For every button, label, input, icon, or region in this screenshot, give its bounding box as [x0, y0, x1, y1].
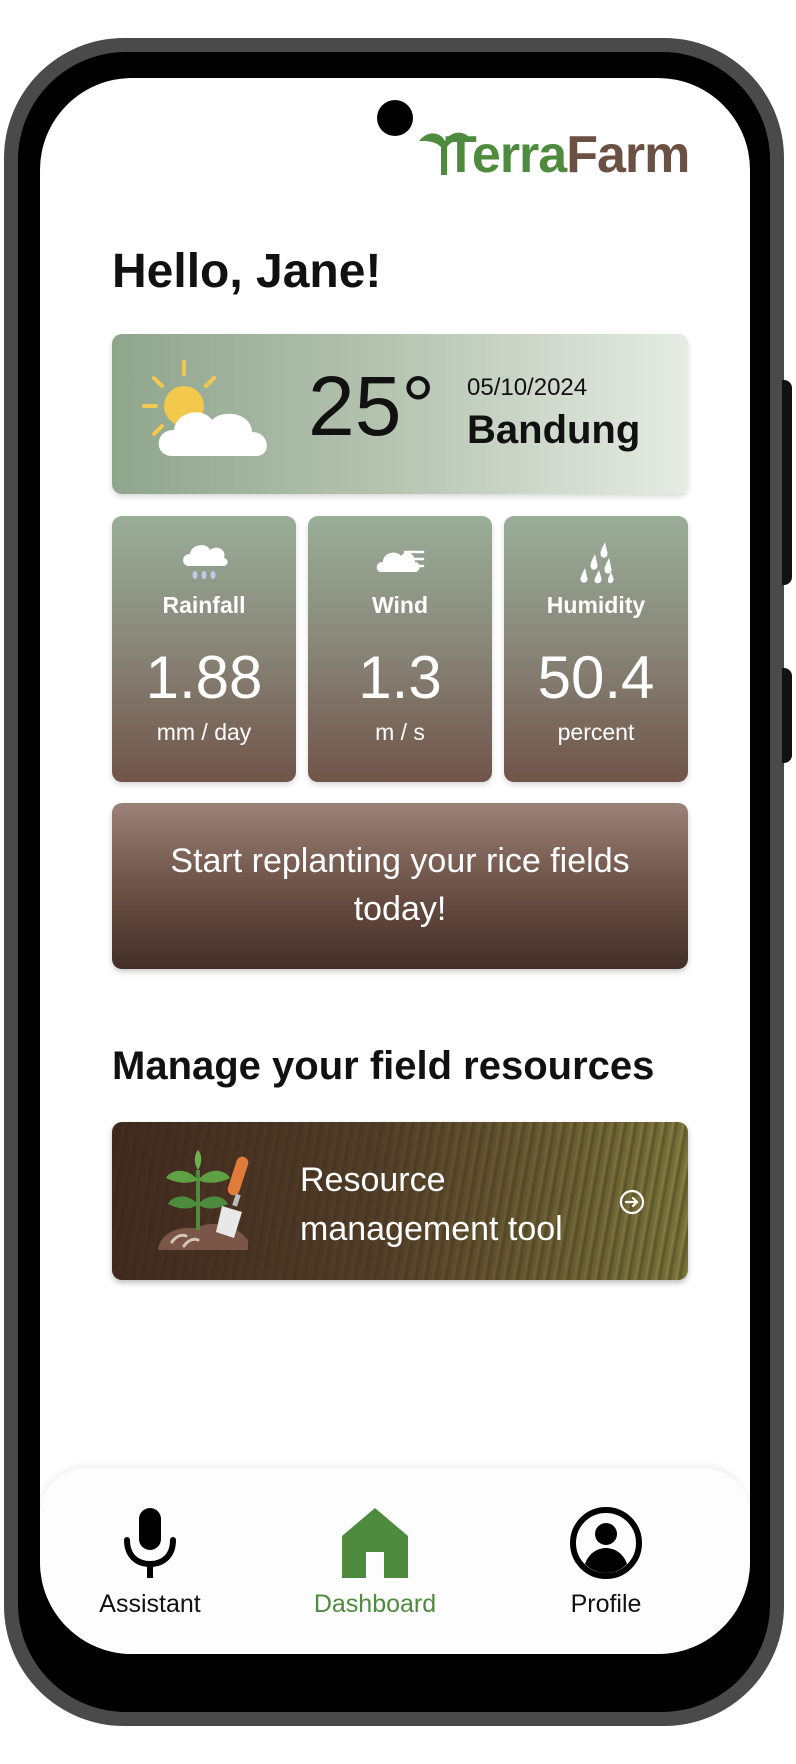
logo-text: TerraFarm	[445, 125, 690, 185]
arrow-circle-right-icon[interactable]	[618, 1188, 646, 1216]
nav-dashboard[interactable]: Dashboard	[295, 1506, 455, 1619]
temperature: 25°	[308, 359, 436, 453]
weather-card[interactable]: 25° 05/10/2024 Bandung	[112, 334, 688, 494]
profile-icon	[570, 1507, 642, 1579]
greeting-heading: Hello, Jane!	[112, 245, 382, 298]
microphone-icon	[124, 1508, 176, 1578]
volume-button	[782, 380, 792, 585]
humidity-card[interactable]: Humidity 50.4 percent	[504, 516, 688, 782]
humidity-unit: percent	[557, 719, 635, 745]
replanting-banner-text: Start replanting your rice fields today!	[170, 842, 630, 928]
humidity-label: Humidity	[546, 592, 646, 618]
wind-label: Wind	[372, 592, 428, 618]
nav-dashboard-label: Dashboard	[313, 1590, 437, 1618]
rainfall-card[interactable]: Rainfall 1.88 mm / day	[112, 516, 296, 782]
weather-city: Bandung	[467, 408, 641, 452]
wind-card[interactable]: Wind 1.3 m / s	[308, 516, 492, 782]
logo-farm: Farm	[566, 126, 690, 184]
humidity-value: 50.4	[537, 644, 655, 711]
plant-shovel-icon	[158, 1150, 249, 1250]
nav-assistant-label: Assistant	[99, 1590, 201, 1618]
terrafarm-logo: TerraFarm	[415, 123, 725, 193]
front-camera	[377, 100, 413, 136]
rainfall-unit: mm / day	[156, 719, 252, 745]
nav-assistant[interactable]: Assistant	[70, 1506, 230, 1619]
logo-terra: Terra	[445, 126, 567, 184]
resource-management-card[interactable]: Resource management tool	[112, 1122, 688, 1280]
app-screen: TerraFarm Hello, Jane! 25° 05/10/2024 Ba…	[40, 78, 750, 1654]
partly-cloudy-icon	[142, 360, 267, 456]
bottom-navigation: Assistant Dashboard Profile	[40, 1468, 750, 1654]
replanting-banner[interactable]: Start replanting your rice fields today!	[112, 803, 688, 969]
nav-profile[interactable]: Profile	[526, 1506, 686, 1619]
rainfall-value: 1.88	[145, 644, 263, 711]
weather-date: 05/10/2024	[467, 374, 588, 401]
section-title: Manage your field resources	[112, 1044, 655, 1088]
rain-cloud-icon	[183, 545, 228, 579]
resource-card-label: Resource management tool	[300, 1161, 563, 1249]
rainfall-label: Rainfall	[162, 592, 246, 618]
wind-cloud-icon	[376, 550, 425, 572]
wind-unit: m / s	[375, 719, 425, 745]
wind-value: 1.3	[358, 644, 442, 711]
power-button	[782, 668, 792, 763]
humidity-drops-icon	[580, 542, 614, 584]
nav-profile-label: Profile	[570, 1590, 642, 1618]
home-icon	[342, 1508, 408, 1578]
